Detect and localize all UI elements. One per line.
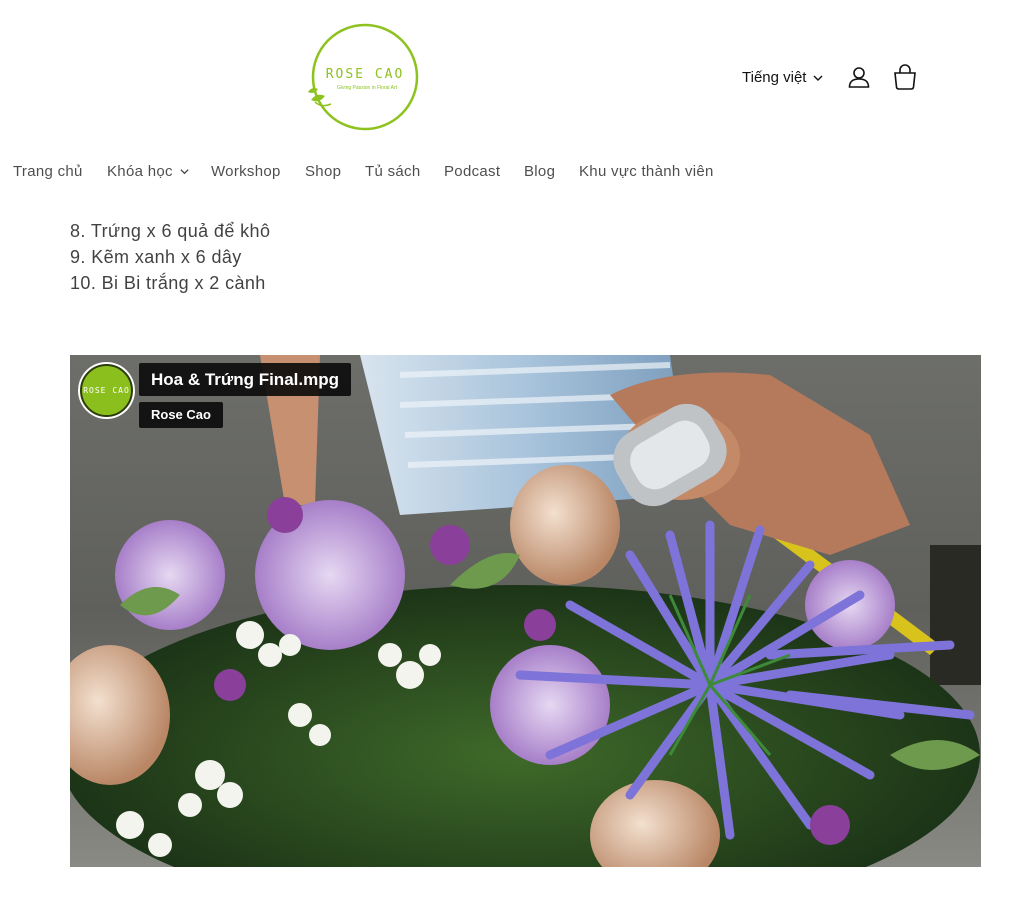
logo-brand: ROSE CAO — [326, 67, 405, 82]
nav-item-courses[interactable]: Khóa học — [107, 160, 190, 182]
chevron-down-icon — [813, 75, 823, 81]
nav-item-home[interactable]: Trang chủ — [13, 160, 83, 182]
nav-item-workshop[interactable]: Workshop — [211, 160, 281, 182]
nav-label: Khu vực thành viên — [579, 162, 714, 180]
nav-item-podcast[interactable]: Podcast — [444, 160, 500, 182]
language-label: Tiếng việt — [742, 68, 807, 86]
nav-label: Shop — [305, 162, 342, 180]
video-title[interactable]: Hoa & Trứng Final.mpg — [139, 363, 351, 396]
video-channel-name[interactable]: Rose Cao — [139, 402, 223, 428]
nav-item-blog[interactable]: Blog — [524, 160, 555, 182]
site-logo[interactable]: ROSE CAO Giving Passion in Floral Art — [305, 20, 423, 134]
account-icon[interactable] — [848, 66, 870, 88]
nav-label: Podcast — [444, 162, 501, 180]
cart-icon[interactable] — [893, 64, 917, 90]
video-thumbnail — [70, 355, 981, 867]
nav-label: Tủ sách — [365, 162, 421, 180]
nav-label: Khóa học — [107, 162, 173, 180]
nav-item-members[interactable]: Khu vực thành viên — [579, 160, 714, 182]
logo-tagline: Giving Passion in Floral Art — [337, 85, 398, 91]
list-item: 10. Bi Bi trắng x 2 cành — [70, 273, 266, 293]
nav-label: Trang chủ — [13, 162, 83, 180]
channel-avatar[interactable]: ROSE CAO — [78, 362, 135, 419]
chevron-down-icon — [180, 169, 189, 175]
video-player[interactable]: ROSE CAO Hoa & Trứng Final.mpg Rose Cao — [70, 355, 981, 867]
list-item: 9. Kẽm xanh x 6 dây — [70, 247, 242, 267]
avatar-text: ROSE CAO — [83, 386, 130, 395]
language-selector[interactable]: Tiếng việt — [742, 62, 824, 92]
nav-label: Workshop — [211, 162, 281, 180]
list-item: 8. Trứng x 6 quả để khô — [70, 221, 271, 241]
nav-item-bookshelf[interactable]: Tủ sách — [365, 160, 420, 182]
materials-list: 8. Trứng x 6 quả để khô 9. Kẽm xanh x 6 … — [70, 218, 270, 296]
nav-label: Blog — [524, 162, 556, 180]
nav-item-shop[interactable]: Shop — [305, 160, 341, 182]
